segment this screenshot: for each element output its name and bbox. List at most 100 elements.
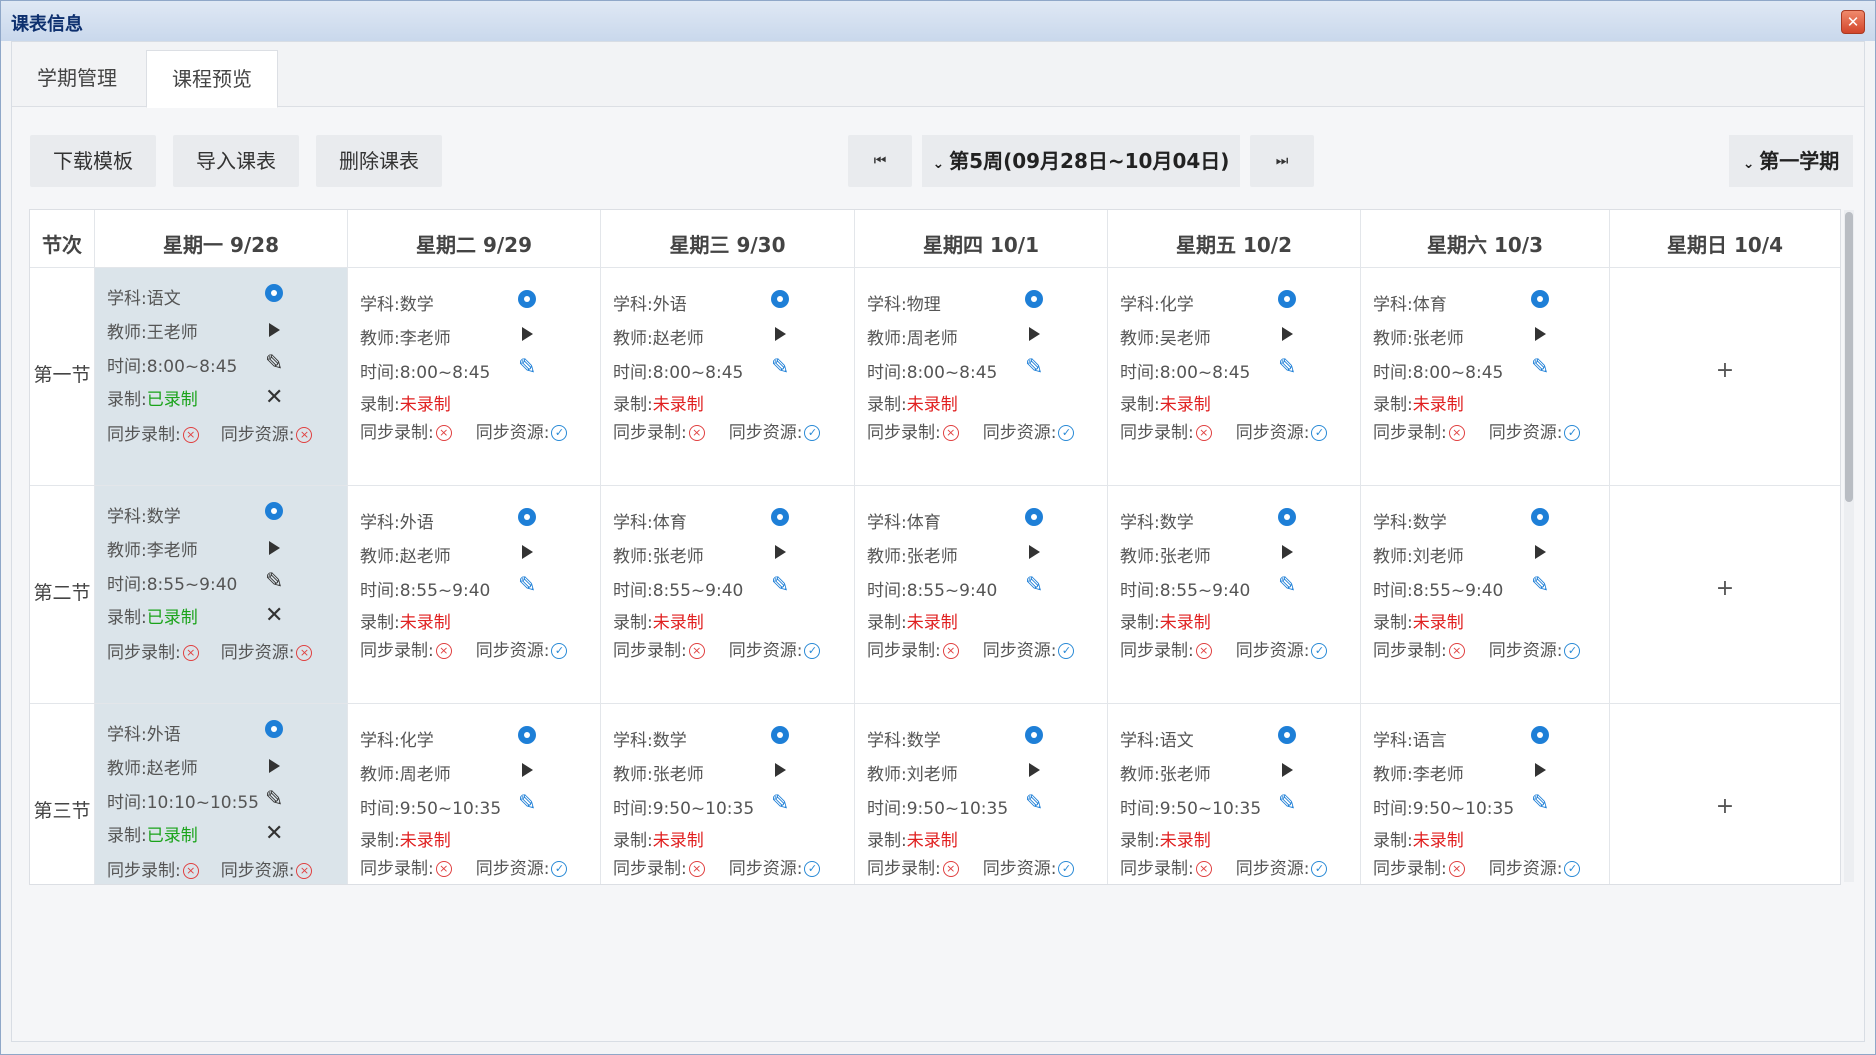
sync-resource-label: 同步资源: [1488,859,1563,879]
edit-icon[interactable]: ✎ [518,793,538,815]
delete-schedule-button[interactable]: 删除课表 [316,135,442,187]
play-icon[interactable] [1278,760,1298,780]
edit-icon[interactable]: ✎ [1278,357,1298,379]
play-icon[interactable] [265,756,285,776]
record-status-value: 未录制 [1159,831,1211,851]
edit-icon[interactable]: ✎ [771,357,791,379]
play-icon[interactable] [1025,542,1045,562]
edit-icon[interactable]: ✎ [265,571,285,593]
record-label: 录制: [107,826,147,846]
edit-icon[interactable]: ✎ [1278,575,1298,597]
play-record-icon[interactable] [1025,726,1045,746]
play-icon[interactable] [1025,324,1045,344]
sync-record-label: 同步录制: [107,861,181,881]
record-label: 录制: [1373,395,1413,415]
play-record-icon[interactable] [771,290,791,310]
play-record-icon[interactable] [265,502,285,522]
sync-status: 同步录制: × 同步资源: ✓ [613,854,821,879]
course-cell: 学科:数学 教师:李老师 时间:8:00~8:45 录制:未录制 同步录制: × 同步资源:… [348,268,600,486]
delete-icon[interactable]: ✕ [265,823,285,845]
edit-icon[interactable]: ✎ [771,575,791,597]
sync-resource-fail-icon: × [296,645,313,661]
record-label: 录制: [613,613,653,633]
edit-icon[interactable]: ✎ [1025,793,1045,815]
delete-icon[interactable]: ✕ [265,605,285,627]
play-record-icon[interactable] [1278,290,1298,310]
play-icon[interactable] [771,542,791,562]
play-record-icon[interactable] [1278,508,1298,528]
add-course-button[interactable]: + [1710,794,1740,819]
play-icon[interactable] [518,324,538,344]
first-week-button[interactable]: ⏮ [848,135,912,187]
scrollbar-thumb[interactable] [1845,212,1853,502]
play-icon[interactable] [1278,324,1298,344]
play-record-icon[interactable] [771,508,791,528]
play-icon[interactable] [771,760,791,780]
play-icon[interactable] [771,324,791,344]
play-record-icon[interactable] [1278,726,1298,746]
play-record-icon[interactable] [1531,726,1551,746]
week-selector[interactable]: ⌄ 第5周(09月28日~10月04日) [922,135,1240,187]
play-icon[interactable] [265,538,285,558]
record-label: 录制: [1120,831,1160,851]
sync-record-fail-icon: × [435,861,452,877]
sync-resource-ok-icon: ✓ [804,425,821,441]
close-icon[interactable]: ✕ [1841,10,1865,34]
play-record-icon[interactable] [1531,508,1551,528]
edit-icon[interactable]: ✎ [1531,573,1551,598]
record-label: 录制: [1120,395,1160,415]
edit-icon[interactable]: ✎ [1025,357,1045,379]
play-record-icon[interactable] [265,720,285,740]
edit-icon[interactable]: ✎ [518,575,538,597]
semester-selector[interactable]: ⌄ 第一学期 [1729,135,1853,187]
sync-status: 同步录制: × 同步资源: ✓ [360,854,568,879]
record-label: 录制: [1120,613,1160,633]
play-record-icon[interactable] [771,726,791,746]
tab-course-preview[interactable]: 课程预览 [146,50,278,108]
download-template-button[interactable]: 下载模板 [30,135,156,187]
title-bar: 课表信息 ✕ [1,1,1875,41]
sync-record-label: 同步录制: [1373,423,1447,443]
period-label: 第二节 [33,582,91,604]
time-label: 时间:8:55~9:40 [867,581,998,601]
sync-resource-label: 同步资源: [220,643,295,663]
course-cell: 学科:语文 教师:王老师 时间:8:00~8:45 录制:已录制 同步录制: × 同步资源:… [95,268,347,486]
sync-status: 同步录制: × 同步资源: ✓ [1373,636,1581,661]
play-record-icon[interactable] [518,508,538,528]
play-record-icon[interactable] [1025,290,1045,310]
edit-icon[interactable]: ✎ [518,357,538,379]
edit-icon[interactable]: ✎ [1531,357,1551,379]
sync-record-label: 同步录制: [1373,859,1447,879]
add-course-button[interactable]: + [1710,358,1740,383]
edit-icon[interactable]: ✎ [1278,793,1298,815]
tab-semester-management[interactable]: 学期管理 [12,50,142,106]
record-status: 录制:已录制 [107,821,198,846]
pencil-icon: ✎ [1025,573,1044,598]
sync-record-fail-icon: × [942,425,959,441]
play-icon[interactable] [1531,324,1551,344]
play-icon[interactable] [518,542,538,562]
sync-record-label: 同步录制: [613,641,687,661]
last-week-button[interactable]: ⏭ [1250,135,1314,187]
play-record-icon[interactable] [1531,290,1551,310]
play-icon[interactable] [518,760,538,780]
import-schedule-button[interactable]: 导入课表 [173,135,299,187]
edit-icon[interactable]: ✎ [265,789,285,811]
play-record-icon[interactable] [1025,508,1045,528]
play-icon[interactable] [265,320,285,340]
play-record-icon[interactable] [265,284,285,304]
edit-icon[interactable]: ✎ [265,353,285,375]
play-icon[interactable] [1025,760,1045,780]
delete-icon[interactable]: ✕ [265,387,285,409]
edit-icon[interactable]: ✎ [1025,573,1045,598]
play-icon[interactable] [1278,542,1298,562]
edit-icon[interactable]: ✎ [771,793,791,815]
pencil-icon: ✎ [1531,573,1550,598]
play-record-icon[interactable] [518,290,538,310]
teacher-label: 教师:张老师 [613,765,704,785]
play-icon[interactable] [1531,760,1551,780]
play-icon[interactable] [1531,542,1551,562]
edit-icon[interactable]: ✎ [1531,793,1551,815]
add-course-button[interactable]: + [1710,576,1740,601]
play-record-icon[interactable] [518,726,538,746]
